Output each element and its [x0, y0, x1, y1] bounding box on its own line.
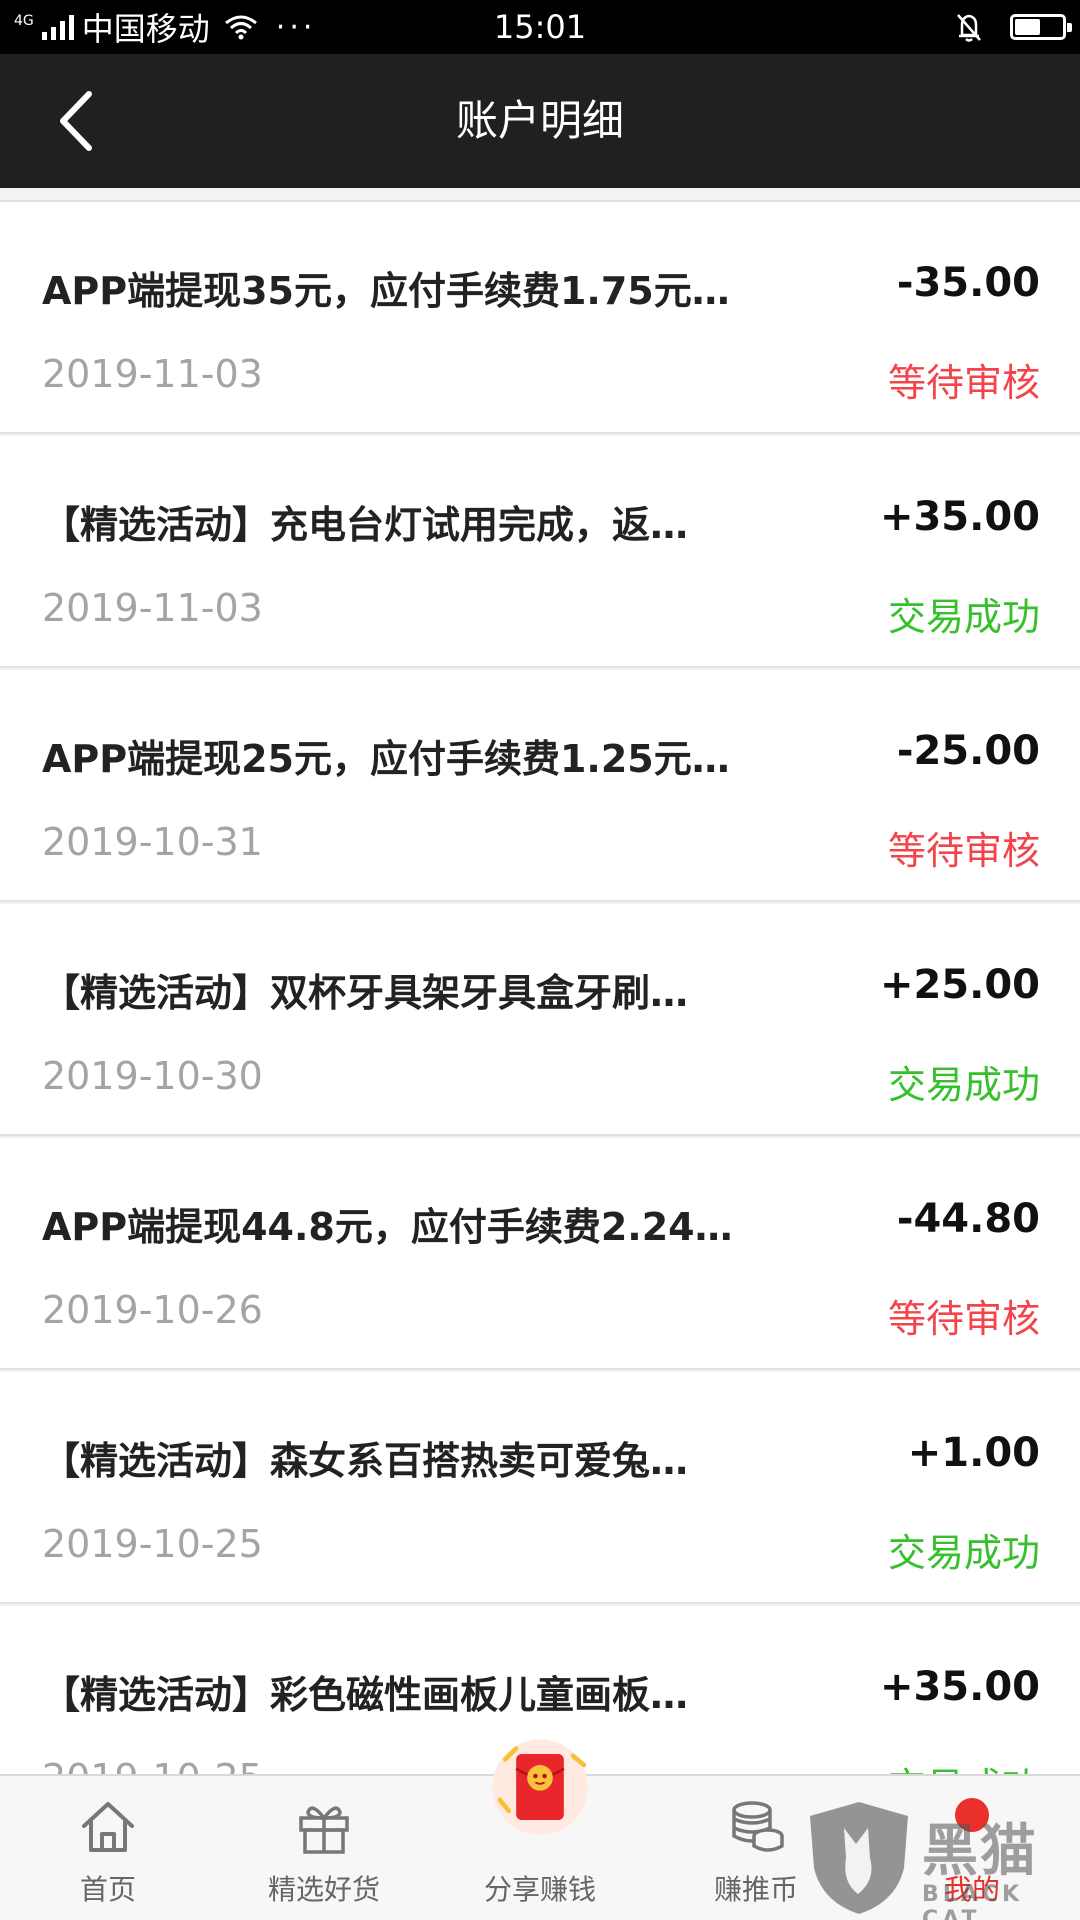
home-icon: [76, 1794, 140, 1858]
record-amount: +1.00: [907, 1430, 1040, 1476]
status-left: 4G 中国移动 ···: [14, 4, 954, 50]
record-date: 2019-11-03: [42, 586, 263, 630]
signal-icon: [41, 14, 74, 40]
record-date: 2019-10-30: [42, 1054, 263, 1098]
watermark-text: 黑猫: [922, 1819, 1038, 1884]
record-status: 交易成功: [888, 1756, 1040, 1774]
record-title: APP端提现35元，应付手续费1.75元…: [42, 269, 730, 313]
record-row[interactable]: 【精选活动】充电台灯试用完成，返… +35.00 2019-11-03 交易成功: [0, 436, 1080, 668]
record-row[interactable]: APP端提现25元，应付手续费1.25元… -25.00 2019-10-31 等待审…: [0, 670, 1080, 902]
nav-bar: 账户明细: [0, 54, 1080, 188]
record-status: 交易成功: [887, 595, 1040, 639]
battery-icon: [1010, 14, 1072, 40]
record-row[interactable]: 【精选活动】双杯牙具架牙具盒牙刷… +25.00 2019-10-30 交易成功: [0, 904, 1080, 1136]
record-amount: +35.00: [879, 494, 1040, 540]
record-row[interactable]: APP端提现35元，应付手续费1.75元… -35.00 2019-11-03 等待审…: [0, 202, 1080, 434]
record-title: APP端提现44.8元，应付手续费2.24…: [42, 1205, 733, 1249]
tab-selected-goods[interactable]: 精选好货: [216, 1776, 432, 1920]
tab-share-earn[interactable]: 分享赚钱: [432, 1739, 648, 1920]
record-amount: +25.00: [879, 962, 1040, 1008]
record-date: 2019-11-03: [42, 352, 263, 396]
tab-home[interactable]: 首页: [0, 1776, 216, 1920]
record-title: APP端提现25元，应付手续费1.25元…: [42, 737, 730, 781]
record-row[interactable]: APP端提现44.8元，应付手续费2.24… -44.80 2019-10-26 等待…: [0, 1138, 1080, 1370]
record-date: 2019-10-25: [42, 1756, 263, 1774]
wifi-icon: [224, 14, 258, 40]
record-title: 【精选活动】森女系百搭热卖可爱兔…: [42, 1439, 689, 1483]
record-status: 等待审核: [887, 1297, 1040, 1341]
status-right: [954, 11, 1072, 43]
record-status: 等待审核: [887, 829, 1040, 873]
record-title: 【精选活动】双杯牙具架牙具盒牙刷…: [42, 971, 689, 1015]
record-date: 2019-10-26: [42, 1288, 263, 1332]
record-date: 2019-10-31: [42, 820, 263, 864]
carrier-name: 中国移动: [81, 10, 210, 48]
account-record-list[interactable]: APP端提现35元，应付手续费1.75元… -35.00 2019-11-03 等待审…: [0, 188, 1080, 1774]
tab-label: 精选好货: [267, 1873, 380, 1906]
record-amount: +35.00: [879, 1664, 1040, 1710]
tab-label: 分享赚钱: [483, 1873, 596, 1906]
record-status: 等待审核: [887, 361, 1040, 405]
page-title: 账户明细: [455, 96, 624, 145]
more-dots: ···: [275, 9, 317, 45]
coins-icon: [724, 1794, 788, 1858]
record-title: 【精选活动】充电台灯试用完成，返…: [42, 503, 689, 547]
network-type: 4G: [14, 13, 34, 29]
record-row[interactable]: 【精选活动】森女系百搭热卖可爱兔… +1.00 2019-10-25 交易成功: [0, 1372, 1080, 1604]
watermark-sub: BLACK CAT: [922, 1882, 1024, 1920]
battery-level: [1015, 19, 1040, 35]
record-status: 交易成功: [887, 1063, 1040, 1107]
silent-bell-icon: [954, 11, 984, 43]
record-title: 【精选活动】彩色磁性画板儿童画板…: [42, 1673, 689, 1717]
list-top-divider: [0, 188, 1080, 202]
watermark: 黑猫 BLACK CAT: [804, 1798, 1074, 1920]
record-amount: -25.00: [896, 728, 1040, 774]
red-envelope-icon: [485, 1732, 595, 1842]
tab-label: 首页: [79, 1873, 136, 1906]
cat-shield-icon: [810, 1802, 908, 1914]
status-bar: 4G 中国移动 ··· 15:01: [0, 0, 1080, 54]
record-status: 交易成功: [887, 1531, 1040, 1575]
record-date: 2019-10-25: [42, 1522, 263, 1566]
record-amount: -35.00: [896, 260, 1040, 306]
app-screen: 4G 中国移动 ··· 15:01 账户明细 APP端提现35元，应付手续费1.…: [0, 0, 1080, 1920]
gift-icon: [292, 1794, 356, 1858]
record-amount: -44.80: [896, 1196, 1040, 1242]
